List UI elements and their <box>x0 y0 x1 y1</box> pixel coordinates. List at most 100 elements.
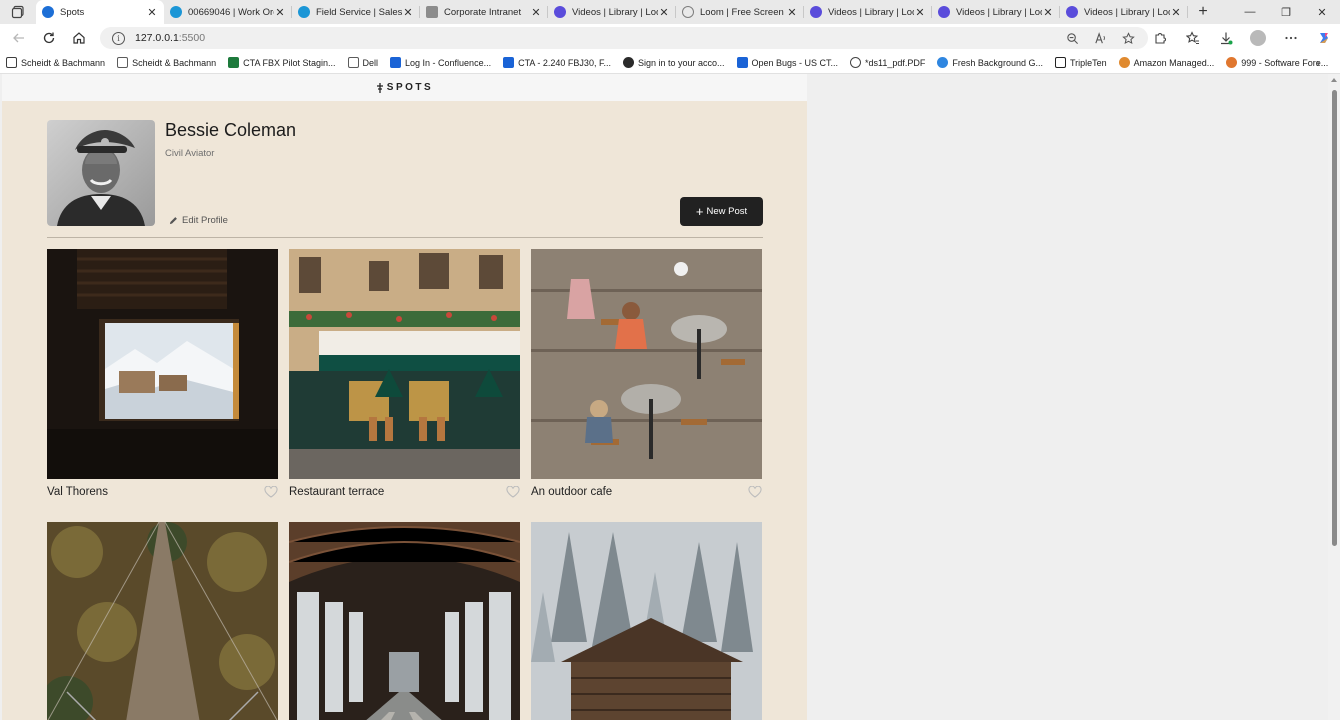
spots-logo[interactable]: SPOTS <box>376 82 433 93</box>
site-header: SPOTS <box>2 74 807 101</box>
more-menu-icon[interactable] <box>1274 31 1307 45</box>
tab-spots[interactable]: Spots ✕ <box>36 0 164 24</box>
tab-close-icon[interactable]: ✕ <box>1042 6 1054 19</box>
back-arrow-icon[interactable] <box>4 24 34 52</box>
tab-close-icon[interactable]: ✕ <box>914 6 926 19</box>
bookmark-fresh-background[interactable]: Fresh Background G... <box>937 57 1043 68</box>
bookmark-label: Scheidt & Bachmann <box>132 57 217 68</box>
tab-close-icon[interactable]: ✕ <box>658 6 670 19</box>
excel-icon <box>228 57 240 68</box>
bookmark-label: Log In - Confluence... <box>405 57 492 68</box>
address-bar-actions <box>1058 27 1142 49</box>
card-image[interactable] <box>47 249 278 479</box>
zoom-icon[interactable] <box>1058 32 1086 45</box>
favorites-icon[interactable] <box>1176 31 1209 45</box>
tab-loom-library[interactable]: Videos | Library | Loom ✕ <box>804 0 932 24</box>
profile-section: Bessie Coleman Civil Aviator Edit Profil… <box>47 120 763 238</box>
loom-icon <box>810 6 822 18</box>
grafana-icon <box>1118 57 1130 68</box>
card <box>531 522 762 720</box>
bookmark-cta-fbx[interactable]: CTA FBX Pilot Stagin... <box>228 57 336 68</box>
tab-loom-library[interactable]: Videos | Library | Loom ✕ <box>932 0 1060 24</box>
tab-close-icon[interactable]: ✕ <box>1170 6 1182 19</box>
salesforce-icon <box>170 6 182 18</box>
bookmark-label: Fresh Background G... <box>952 57 1043 68</box>
url-host: 127.0.0.1 <box>135 32 179 44</box>
minimize-icon[interactable]: — <box>1232 0 1268 24</box>
profile-divider <box>47 237 763 238</box>
tab-label: 00669046 | Work Orde... <box>188 6 274 18</box>
downloads-icon[interactable] <box>1209 31 1242 45</box>
refresh-icon[interactable] <box>34 24 64 52</box>
bookmark-open-bugs[interactable]: Open Bugs - US CT... <box>736 57 838 68</box>
bookmark-confluence[interactable]: Log In - Confluence... <box>390 57 491 68</box>
page-scrollbar[interactable] <box>1328 74 1340 720</box>
new-tab-button[interactable]: + <box>1188 0 1218 24</box>
new-post-label: New Post <box>706 206 748 217</box>
bookmark-scheidt-bachmann-folder[interactable]: Scheidt & Bachmann <box>117 57 216 68</box>
home-icon[interactable] <box>64 24 94 52</box>
tab-corporate-intranet[interactable]: Corporate Intranet ✕ <box>420 0 548 24</box>
tab-close-icon[interactable]: ✕ <box>146 6 158 19</box>
bookmarks-overflow-icon[interactable]: › <box>1316 56 1320 70</box>
card-image[interactable] <box>289 249 520 479</box>
tab-close-icon[interactable]: ✕ <box>530 6 542 19</box>
heart-icon[interactable] <box>506 486 520 498</box>
bookmark-tripleten[interactable]: TripleTen <box>1054 57 1107 68</box>
scrollbar-thumb[interactable] <box>1332 90 1337 546</box>
bookmark-scheidt-bachmann[interactable]: Scheidt & Bachmann <box>6 57 105 68</box>
bookmark-sign-in[interactable]: Sign in to your acco... <box>622 57 725 68</box>
card <box>289 522 520 720</box>
card-image[interactable] <box>47 522 278 720</box>
tab-close-icon[interactable]: ✕ <box>274 6 286 19</box>
tab-close-icon[interactable]: ✕ <box>402 6 414 19</box>
tab-loom-library[interactable]: Videos | Library | Loom ✕ <box>548 0 676 24</box>
edit-profile-button[interactable]: Edit Profile <box>169 215 228 226</box>
scroll-up-arrow-icon[interactable] <box>1331 78 1337 82</box>
bookmark-label: *ds11_pdf.PDF <box>865 57 926 68</box>
close-window-icon[interactable]: ✕ <box>1304 0 1340 24</box>
bookmark-dell[interactable]: Dell <box>347 57 379 68</box>
edit-profile-label: Edit Profile <box>182 215 228 226</box>
read-aloud-icon[interactable] <box>1086 31 1114 45</box>
bookmark-software-forecast[interactable]: 999 - Software Fore... <box>1226 57 1328 68</box>
atlassian-icon <box>390 57 402 68</box>
card: Restaurant terrace <box>289 249 520 498</box>
tab-label: Videos | Library | Loom <box>1084 6 1170 18</box>
card-image[interactable] <box>531 249 762 479</box>
tripleten-icon <box>1054 57 1066 68</box>
bookmark-amazon-managed[interactable]: Amazon Managed... <box>1118 57 1214 68</box>
bookmark-label: Dell <box>362 57 379 68</box>
card: Val Thorens <box>47 249 278 498</box>
heart-icon[interactable] <box>748 486 762 498</box>
document-icon <box>503 57 515 68</box>
heart-icon[interactable] <box>264 486 278 498</box>
restore-icon[interactable]: ❐ <box>1268 0 1304 24</box>
favorite-star-icon[interactable] <box>1114 31 1142 45</box>
card-caption: An outdoor cafe <box>531 486 762 498</box>
pdf-icon <box>850 57 862 68</box>
card-image[interactable] <box>289 522 520 720</box>
folder-icon <box>347 57 359 68</box>
card-image[interactable] <box>531 522 762 720</box>
page-viewport: SPOTS Bessie Coleman Civil Aviator Edit … <box>0 74 1340 720</box>
tab-loom-free[interactable]: Loom | Free Screen & V... ✕ <box>676 0 804 24</box>
card-title: An outdoor cafe <box>531 486 613 498</box>
address-bar[interactable]: i 127.0.0.1:5500 <box>100 27 1148 49</box>
profile-avatar-icon[interactable] <box>1250 30 1266 46</box>
site-info-icon[interactable]: i <box>112 31 125 45</box>
new-post-button[interactable]: + New Post <box>680 197 763 226</box>
tab-label: Videos | Library | Loom <box>828 6 914 18</box>
tab-field-service[interactable]: Field Service | Salesfor... ✕ <box>292 0 420 24</box>
extensions-puzzle-icon[interactable] <box>1143 31 1176 45</box>
loom-icon <box>938 6 950 18</box>
tab-work-order[interactable]: 00669046 | Work Orde... ✕ <box>164 0 292 24</box>
tab-close-icon[interactable]: ✕ <box>786 6 798 19</box>
bookmark-ds11-pdf[interactable]: *ds11_pdf.PDF <box>850 57 925 68</box>
copilot-icon[interactable] <box>1307 31 1340 45</box>
tab-loom-library[interactable]: Videos | Library | Loom ✕ <box>1060 0 1188 24</box>
pencil-icon <box>169 217 177 225</box>
card-title: Val Thorens <box>47 486 108 498</box>
bookmark-cta-fbj30[interactable]: CTA - 2.240 FBJ30, F... <box>503 57 611 68</box>
workspaces-icon[interactable] <box>0 0 36 24</box>
